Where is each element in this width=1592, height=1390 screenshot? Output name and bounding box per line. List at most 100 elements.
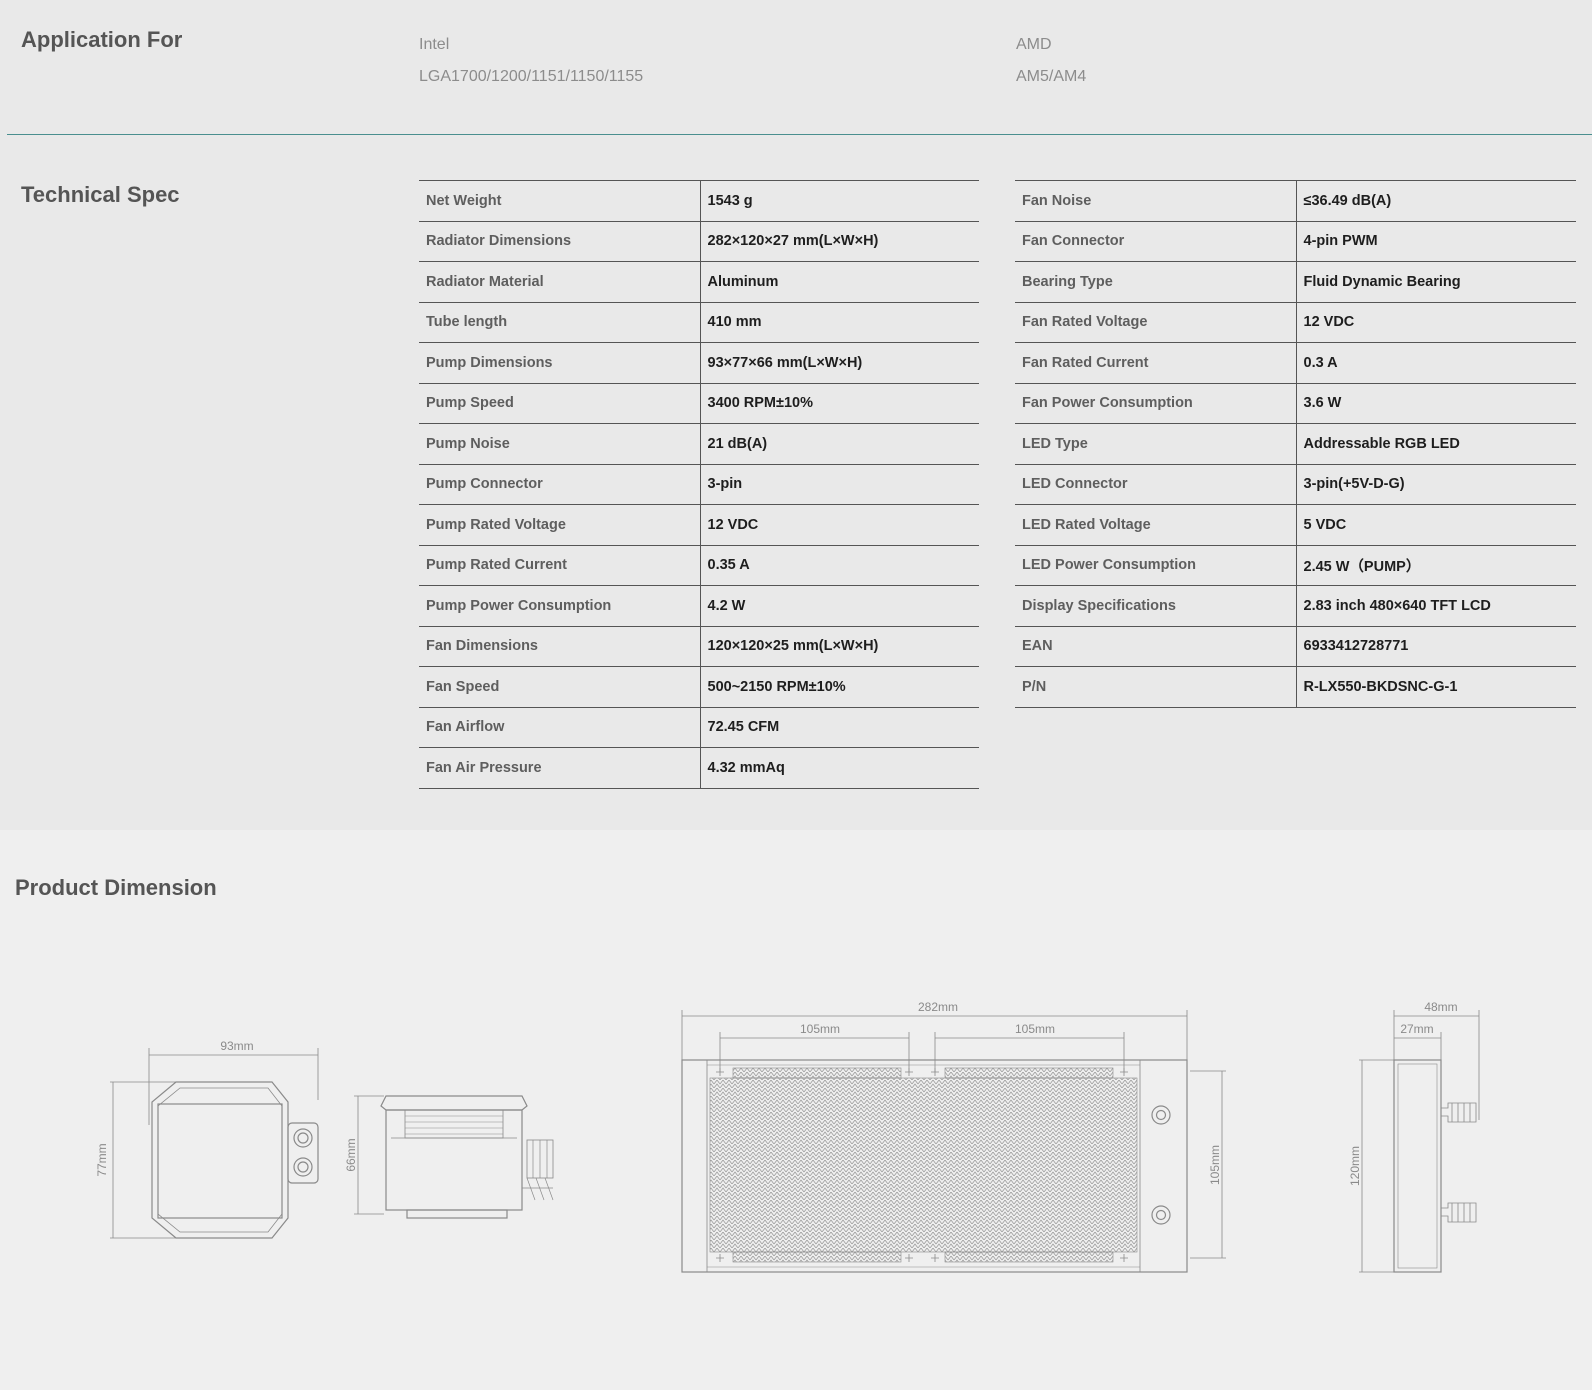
spec-label: LED Connector [1015, 463, 1297, 505]
spec-row: Fan Airflow 72.45 CFM [419, 706, 979, 748]
amd-sockets: AM5/AM4 [1016, 68, 1087, 85]
radiator-depth-label: 27mm [1400, 1022, 1433, 1036]
spec-row: Pump Speed 3400 RPM±10% [419, 382, 979, 424]
radiator-side-drawing [1359, 1010, 1480, 1273]
spec-row: EAN 6933412728771 [1015, 625, 1576, 667]
spec-label: Pump Speed [419, 382, 701, 424]
spec-value: 3-pin(+5V-D-G) [1296, 463, 1576, 505]
spec-value: 120×120×25 mm(L×W×H) [700, 625, 979, 667]
spec-row: Pump Rated Current 0.35 A [419, 544, 979, 586]
spec-label: Pump Power Consumption [419, 585, 701, 627]
spec-row: Radiator Dimensions 282×120×27 mm(L×W×H) [419, 220, 979, 262]
intel-column: Intel LGA1700/1200/1151/1150/1155 [419, 34, 643, 98]
spec-value: 6933412728771 [1296, 625, 1576, 667]
spec-label: EAN [1015, 625, 1297, 667]
spec-row: Fan Rated Current 0.3 A [1015, 342, 1576, 384]
spec-label: Fan Speed [419, 666, 701, 708]
radiator-side-height-label: 120mm [1348, 1146, 1362, 1186]
spec-value: 1543 g [700, 180, 979, 222]
spec-value: 21 dB(A) [700, 423, 979, 465]
product-dimension-title: Product Dimension [15, 875, 217, 900]
spec-label: Fan Dimensions [419, 625, 701, 667]
radiator-total-depth-label: 48mm [1424, 1000, 1457, 1014]
radiator-length-label: 282mm [918, 1000, 958, 1014]
spec-row: Fan Dimensions 120×120×25 mm(L×W×H) [419, 625, 979, 667]
spec-value: 282×120×27 mm(L×W×H) [700, 220, 979, 262]
spec-row: Display Specifications 2.83 inch 480×640 … [1015, 585, 1576, 627]
spec-label: P/N [1015, 666, 1297, 708]
product-dimension-drawings: 93mm 77mm 66mm 282mm 105mm 105mm 105mm 4… [95, 1000, 1480, 1273]
spec-value: 4.32 mmAq [700, 747, 979, 789]
spec-label: Fan Air Pressure [419, 747, 701, 789]
spec-value: 12 VDC [700, 504, 979, 546]
spec-table-left: Net Weight 1543 g Radiator Dimensions 282×1… [419, 180, 979, 789]
spec-label: Pump Rated Current [419, 544, 701, 586]
pump-front-drawing [110, 1048, 319, 1239]
spec-value: 410 mm [700, 301, 979, 343]
spec-row: Fan Noise ≤36.49 dB(A) [1015, 180, 1576, 222]
spec-value: 72.45 CFM [700, 706, 979, 748]
spec-value: Addressable RGB LED [1296, 423, 1576, 465]
spec-value: 5 VDC [1296, 504, 1576, 546]
spec-label: Radiator Dimensions [419, 220, 701, 262]
spec-value: 0.3 A [1296, 342, 1576, 384]
spec-value: Aluminum [700, 261, 979, 303]
spec-value: 3.6 W [1296, 382, 1576, 424]
spec-label: Net Weight [419, 180, 701, 222]
pump-side-height-label: 66mm [344, 1138, 358, 1171]
spec-row: LED Connector 3-pin(+5V-D-G) [1015, 463, 1576, 505]
spec-value: 4-pin PWM [1296, 220, 1576, 262]
spec-row: P/N R-LX550-BKDSNC-G-1 [1015, 666, 1576, 708]
spec-value: 12 VDC [1296, 301, 1576, 343]
spec-row: Pump Rated Voltage 12 VDC [419, 504, 979, 546]
intel-sockets: LGA1700/1200/1151/1150/1155 [419, 68, 644, 85]
spec-label: Fan Connector [1015, 220, 1297, 262]
spec-value: 3400 RPM±10% [700, 382, 979, 424]
pump-width-label: 93mm [220, 1039, 253, 1053]
spec-row: LED Type Addressable RGB LED [1015, 423, 1576, 465]
spec-table-right: Fan Noise ≤36.49 dB(A) Fan Connector 4-pin … [1015, 180, 1576, 708]
spec-value: 0.35 A [700, 544, 979, 586]
spec-label: Fan Noise [1015, 180, 1297, 222]
section-divider [7, 134, 1592, 135]
spec-row: Pump Noise 21 dB(A) [419, 423, 979, 465]
spec-label: Fan Rated Current [1015, 342, 1297, 384]
spec-row: Pump Connector 3-pin [419, 463, 979, 505]
spec-value: ≤36.49 dB(A) [1296, 180, 1576, 222]
spec-label: LED Rated Voltage [1015, 504, 1297, 546]
spec-label: Radiator Material [419, 261, 701, 303]
spec-value: R-LX550-BKDSNC-G-1 [1296, 666, 1576, 708]
spec-value: 93×77×66 mm(L×W×H) [700, 342, 979, 384]
spec-row: Pump Power Consumption 4.2 W [419, 585, 979, 627]
spec-row: Net Weight 1543 g [419, 180, 979, 222]
spec-value: 2.83 inch 480×640 TFT LCD [1296, 585, 1576, 627]
spec-label: Fan Airflow [419, 706, 701, 748]
spec-row: LED Power Consumption 2.45 W（PUMP） [1015, 544, 1576, 586]
spec-label: Pump Dimensions [419, 342, 701, 384]
amd-label: AMD [1016, 36, 1052, 53]
spec-row: Pump Dimensions 93×77×66 mm(L×W×H) [419, 342, 979, 384]
spec-label: LED Type [1015, 423, 1297, 465]
pump-side-drawing [354, 1095, 554, 1219]
spec-row: Fan Connector 4-pin PWM [1015, 220, 1576, 262]
spec-row: Tube length 410 mm [419, 301, 979, 343]
spec-label: Fan Rated Voltage [1015, 301, 1297, 343]
radiator-height-label: 105mm [1208, 1145, 1222, 1185]
spec-value: 4.2 W [700, 585, 979, 627]
radiator-hole-spacing-1-label: 105mm [800, 1022, 840, 1036]
spec-value: Fluid Dynamic Bearing [1296, 261, 1576, 303]
amd-column: AMD AM5/AM4 [1016, 34, 1086, 98]
spec-row: Fan Power Consumption 3.6 W [1015, 382, 1576, 424]
spec-label: Pump Connector [419, 463, 701, 505]
spec-value: 3-pin [700, 463, 979, 505]
application-title: Application For [21, 27, 183, 52]
spec-row: Fan Rated Voltage 12 VDC [1015, 301, 1576, 343]
spec-label: Tube length [419, 301, 701, 343]
spec-label: Bearing Type [1015, 261, 1297, 303]
intel-label: Intel [419, 36, 450, 53]
spec-row: Bearing Type Fluid Dynamic Bearing [1015, 261, 1576, 303]
spec-row: Fan Air Pressure 4.32 mmAq [419, 747, 979, 789]
spec-label: Display Specifications [1015, 585, 1297, 627]
spec-value: 500~2150 RPM±10% [700, 666, 979, 708]
spec-label: Pump Noise [419, 423, 701, 465]
